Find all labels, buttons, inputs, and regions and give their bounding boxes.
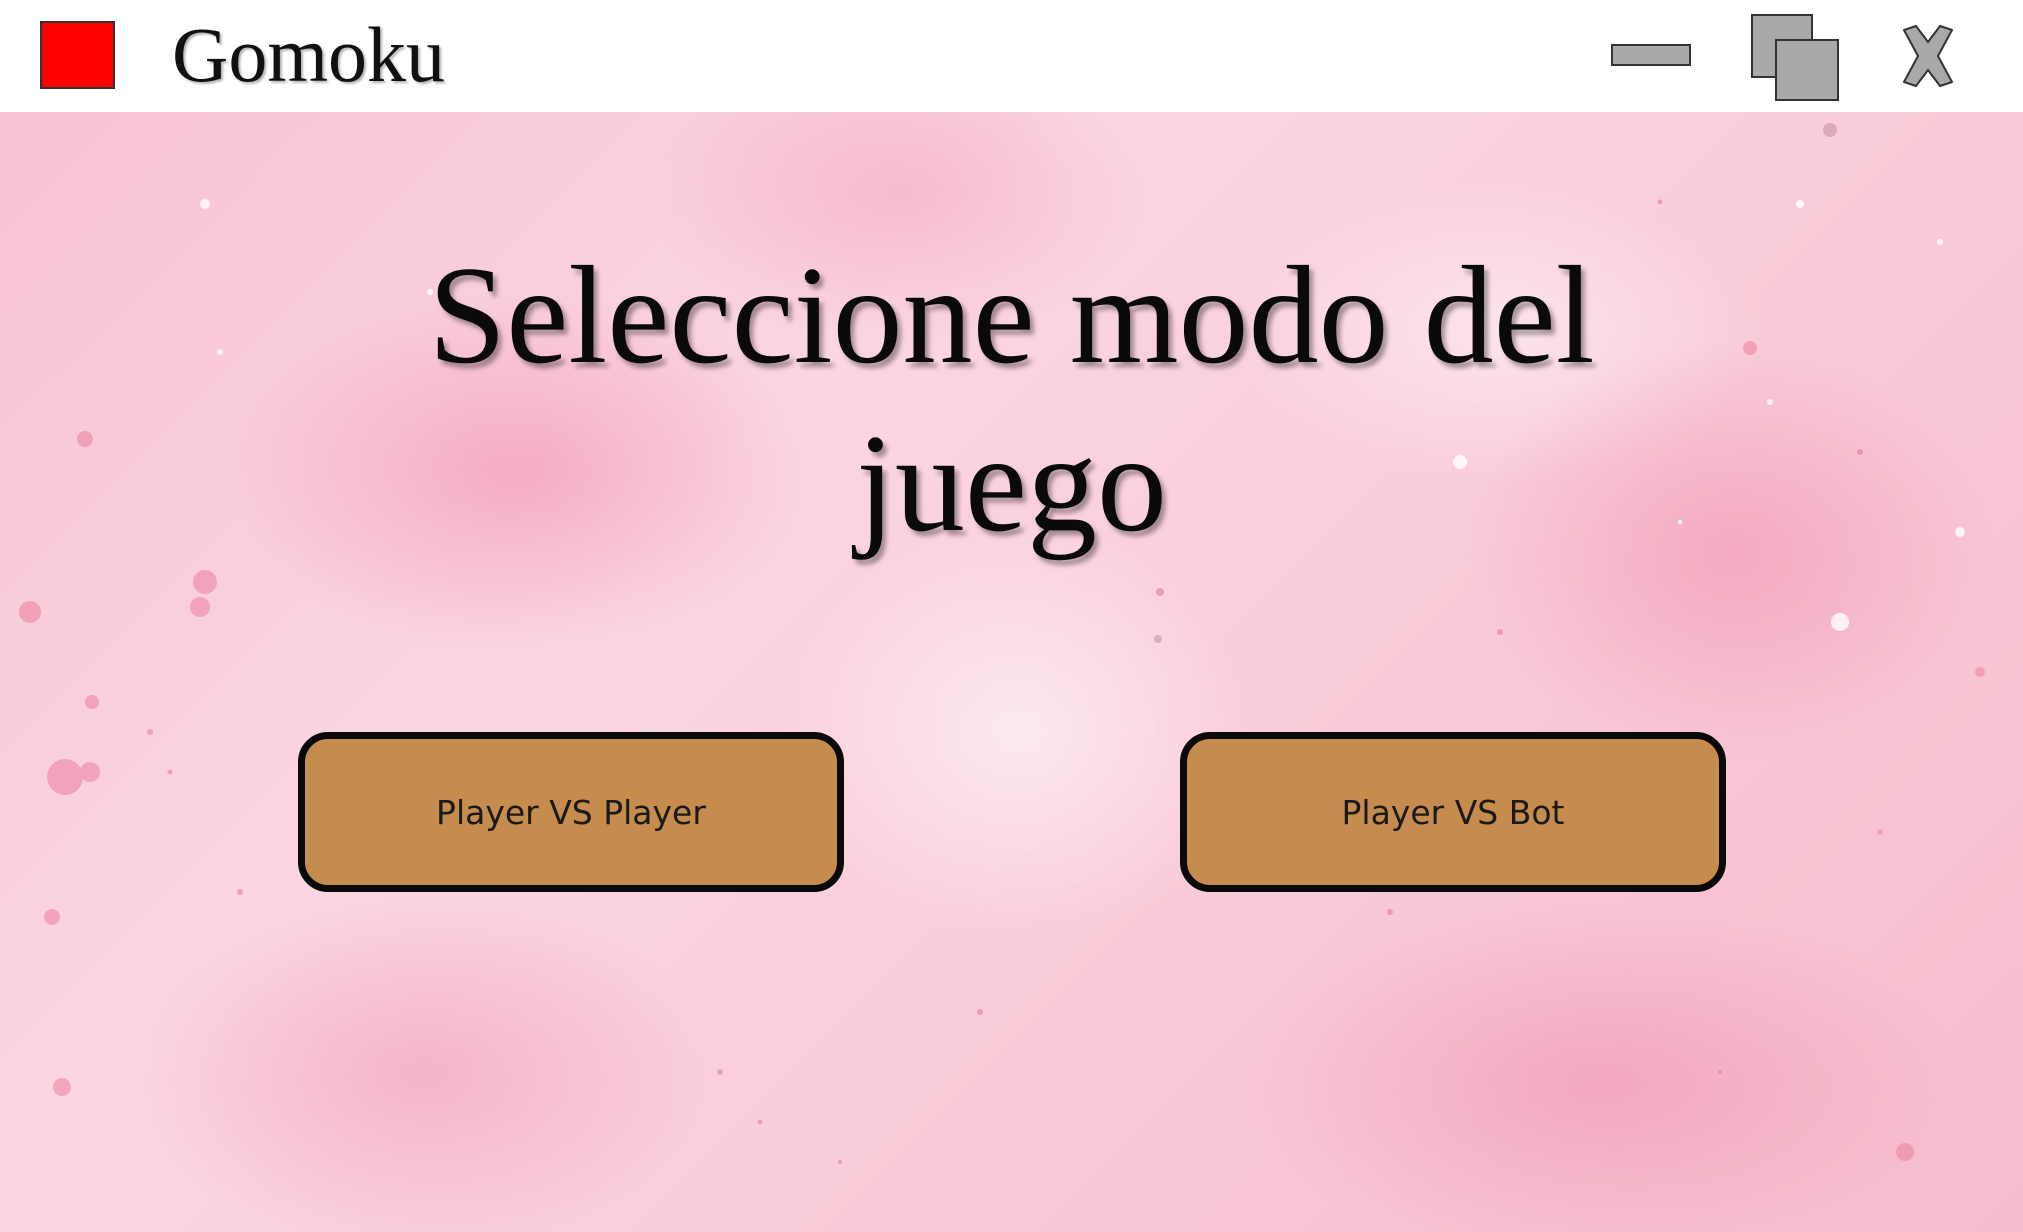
close-button[interactable]	[1890, 0, 1990, 112]
page-title: Seleccione modo del juego	[0, 232, 2023, 568]
player-vs-player-label: Player VS Player	[436, 792, 706, 832]
page-title-line-2: juego	[855, 406, 1168, 561]
title-bar[interactable]: Gomoku	[0, 0, 2023, 112]
close-icon	[1903, 25, 1953, 87]
app-icon	[40, 21, 115, 89]
app-window: Gomoku Seleccione modo del juego Player …	[0, 0, 2023, 1232]
window-title: Gomoku	[172, 11, 445, 98]
player-vs-bot-button[interactable]: Player VS Bot	[1180, 732, 1726, 892]
minimize-icon	[1611, 44, 1691, 66]
page-title-line-1: Seleccione modo del	[428, 238, 1595, 393]
maximize-icon	[1751, 14, 1839, 101]
player-vs-player-button[interactable]: Player VS Player	[298, 732, 844, 892]
maximize-button[interactable]	[1740, 0, 1860, 112]
player-vs-bot-label: Player VS Bot	[1341, 792, 1565, 832]
minimize-button[interactable]	[1600, 0, 1704, 112]
game-mode-panel: Seleccione modo del juego Player VS Play…	[0, 112, 2023, 1232]
